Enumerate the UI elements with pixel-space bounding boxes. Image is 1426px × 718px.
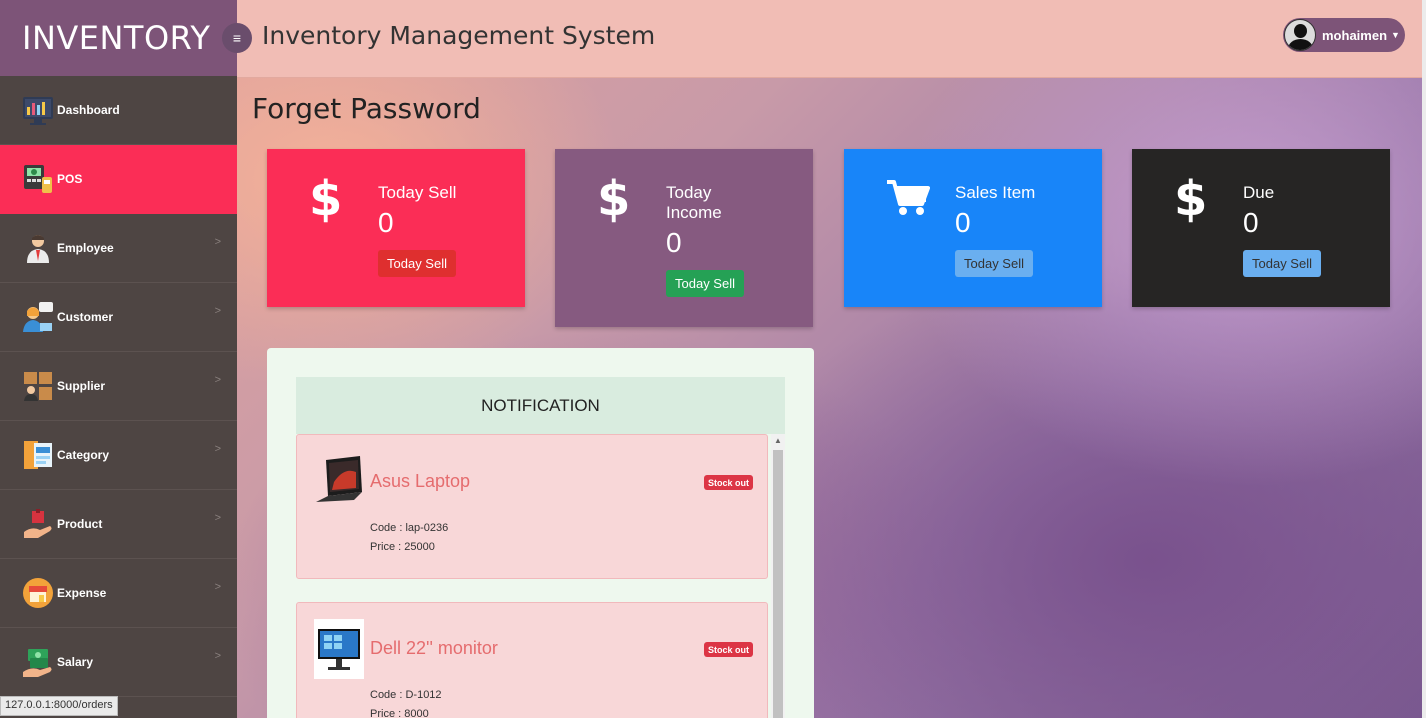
product-code: Code : D-1012: [370, 689, 442, 701]
supplier-icon: [22, 370, 54, 402]
chevron-right-icon: >: [214, 236, 221, 248]
page-title: Forget Password: [252, 92, 481, 125]
user-menu[interactable]: mohaimen ▼: [1283, 18, 1405, 52]
sidebar-item-label: Dashboard: [57, 103, 120, 117]
stat-label: Sales Item: [955, 183, 1036, 202]
product-code: Code : lap-0236: [370, 522, 449, 534]
window-edge: [1422, 0, 1426, 718]
laptop-icon: [314, 452, 364, 512]
sidebar-item-expense[interactable]: Expense >: [0, 559, 237, 628]
notification-panel: NOTIFICATION Asus Laptop Stock out Code …: [267, 348, 814, 718]
scrollbar[interactable]: ▲: [771, 434, 785, 718]
dollar-icon: $: [309, 171, 343, 227]
chevron-right-icon: >: [214, 305, 221, 317]
sidebar-item-supplier[interactable]: Supplier >: [0, 352, 237, 421]
sidebar-item-customer[interactable]: Customer >: [0, 283, 237, 352]
dollar-icon: $: [1174, 171, 1208, 227]
product-price: Price : 8000: [370, 708, 429, 718]
notification-item[interactable]: Asus Laptop Stock out Code : lap-0236 Pr…: [296, 434, 768, 579]
dashboard-icon: [22, 94, 54, 126]
sidebar-item-pos[interactable]: POS: [0, 145, 237, 214]
status-badge: Stock out: [704, 642, 754, 657]
sidebar-item-label: Customer: [57, 310, 114, 324]
sidebar-item-label: Employee: [57, 241, 114, 255]
chevron-right-icon: >: [214, 512, 221, 524]
chevron-right-icon: >: [214, 443, 221, 455]
status-badge: Stock out: [704, 475, 754, 490]
chevron-right-icon: >: [214, 374, 221, 386]
notification-list[interactable]: Asus Laptop Stock out Code : lap-0236 Pr…: [296, 434, 785, 718]
product-icon: [22, 508, 54, 540]
scroll-thumb[interactable]: [773, 450, 783, 718]
sidebar-item-label: Salary: [57, 655, 94, 669]
cart-icon: [886, 179, 930, 222]
topbar: Inventory Management System mohaimen ▼: [237, 0, 1422, 78]
product-name: Asus Laptop: [370, 471, 471, 491]
employee-icon: [22, 232, 54, 264]
sidebar-item-employee[interactable]: Employee >: [0, 214, 237, 283]
sidebar-item-category[interactable]: Category >: [0, 421, 237, 490]
menu-toggle-icon[interactable]: ≡: [222, 23, 252, 53]
app-title: Inventory Management System: [262, 21, 656, 50]
stat-card-due: $ Due 0 Today Sell: [1132, 149, 1390, 307]
sidebar-item-salary[interactable]: Salary >: [0, 628, 237, 697]
salary-icon: [22, 646, 54, 678]
customer-icon: [22, 301, 54, 333]
stat-value: 0: [666, 227, 682, 258]
sidebar-item-product[interactable]: Product >: [0, 490, 237, 559]
chevron-right-icon: >: [214, 581, 221, 593]
product-price: Price : 25000: [370, 541, 435, 553]
brand-text: INVENTORY: [22, 19, 211, 57]
product-name: Dell 22'' monitor: [370, 638, 498, 658]
pos-icon: [22, 163, 54, 195]
user-name: mohaimen: [1322, 27, 1388, 43]
chevron-right-icon: >: [214, 650, 221, 662]
stat-value: 0: [1243, 207, 1259, 238]
stat-card-today-sell: $ Today Sell 0 Today Sell: [267, 149, 525, 307]
scroll-up-icon[interactable]: ▲: [774, 436, 782, 445]
sidebar-item-dashboard[interactable]: Dashboard: [0, 76, 237, 145]
today-sell-button[interactable]: Today Sell: [1243, 250, 1321, 277]
notification-title: NOTIFICATION: [296, 377, 785, 434]
sidebar-item-label: Category: [57, 448, 110, 462]
stat-value: 0: [378, 207, 394, 238]
sidebar: INVENTORY Dashboard POS Employee > Custo…: [0, 0, 237, 718]
sidebar-item-label: Product: [57, 517, 103, 531]
today-sell-button[interactable]: Today Sell: [666, 270, 744, 297]
brand-logo[interactable]: INVENTORY: [0, 0, 237, 76]
notification-item[interactable]: Dell 22'' monitor Stock out Code : D-101…: [296, 602, 768, 718]
sidebar-item-label: POS: [57, 172, 83, 186]
avatar: [1284, 19, 1316, 51]
today-sell-button[interactable]: Today Sell: [378, 250, 456, 277]
stat-label: Today Sell: [378, 183, 457, 202]
sidebar-item-label: Expense: [57, 586, 107, 600]
stat-value: 0: [955, 207, 971, 238]
monitor-icon: [314, 619, 364, 679]
category-icon: [22, 439, 54, 471]
sidebar-item-label: Supplier: [57, 379, 106, 393]
dollar-icon: $: [597, 171, 631, 227]
stat-card-today-income: $ Today Income 0 Today Sell: [555, 149, 813, 327]
status-url: 127.0.0.1:8000/orders: [0, 696, 118, 716]
stat-label: Today Income: [666, 183, 722, 222]
expense-icon: [22, 577, 54, 609]
stat-label: Due: [1243, 183, 1275, 202]
stat-card-sales-item: Sales Item 0 Today Sell: [844, 149, 1102, 307]
today-sell-button[interactable]: Today Sell: [955, 250, 1033, 277]
caret-down-icon: ▼: [1391, 30, 1400, 40]
